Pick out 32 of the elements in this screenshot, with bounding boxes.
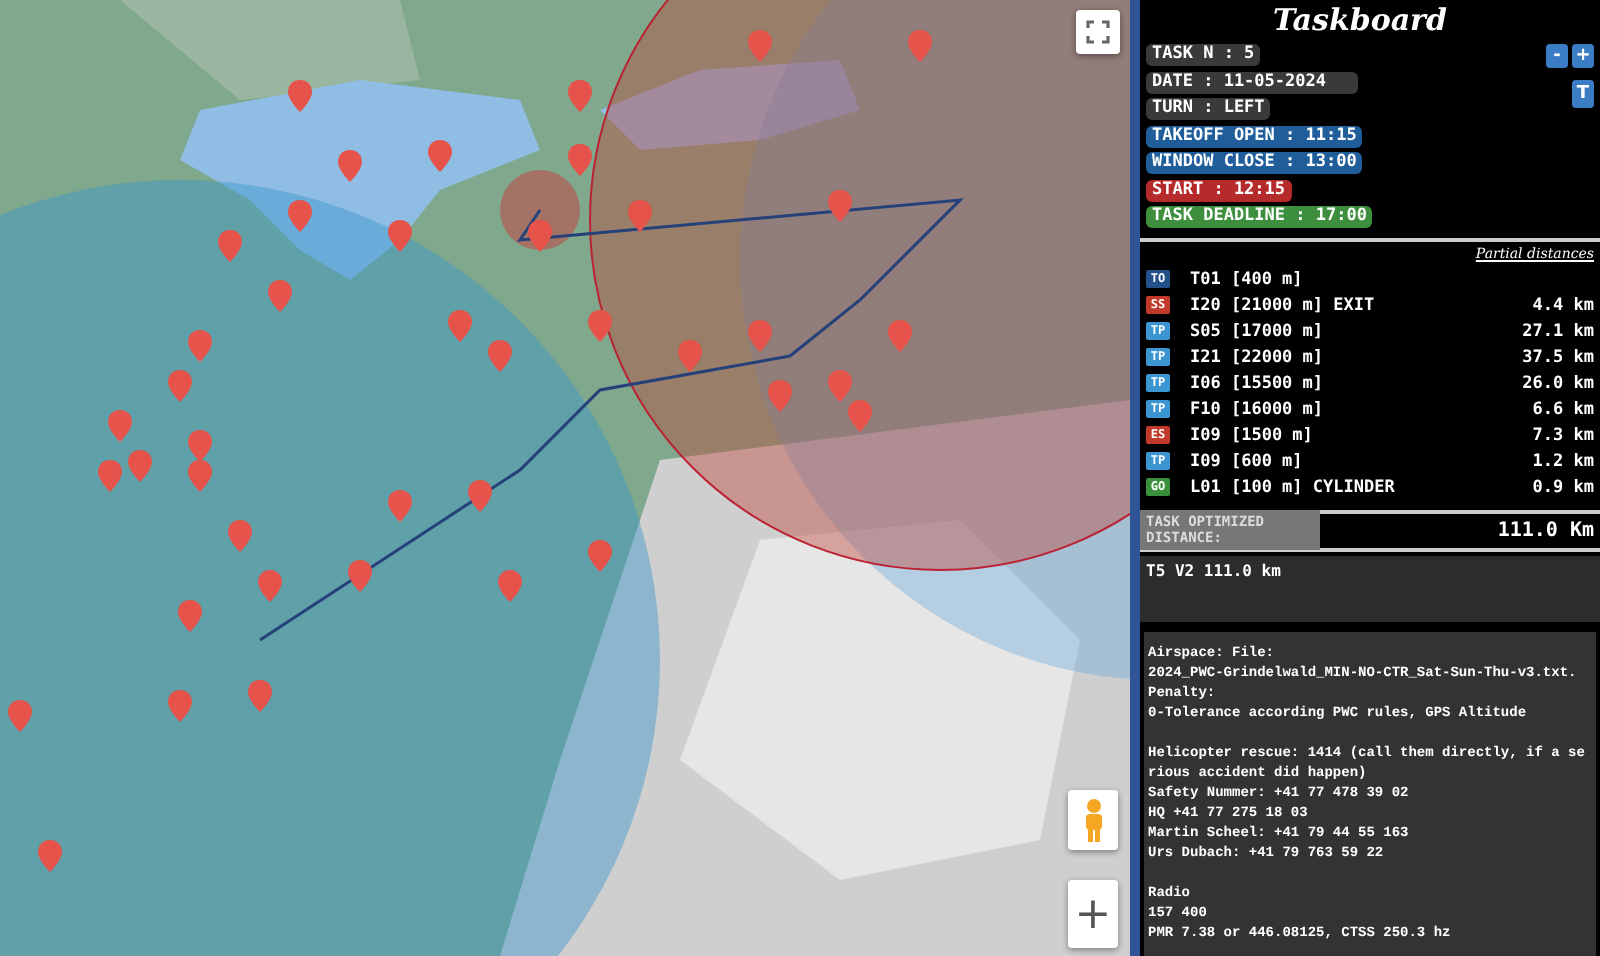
task-number-button[interactable]: +	[1572, 44, 1594, 68]
task-field: TASK DEADLINE : 17:00	[1146, 206, 1373, 228]
partial-distance: 26.0 km	[1522, 373, 1594, 393]
task-field: DATE : 11-05-2024	[1146, 71, 1358, 93]
partial-distance: 0.9 km	[1532, 477, 1594, 497]
task-field: TASK N : 5	[1146, 44, 1261, 66]
task-field: WINDOW CLOSE : 13:00	[1146, 152, 1363, 174]
turnpoint-name: T01 [400 m]	[1190, 269, 1305, 289]
partial-distance: 27.1 km	[1522, 321, 1594, 341]
partial-distance: 1.2 km	[1532, 451, 1594, 471]
turnpoint-name: I21 [22000 m]	[1190, 347, 1326, 367]
turnpoint-name: S05 [17000 m]	[1190, 321, 1326, 341]
task-number-button[interactable]: -	[1546, 44, 1568, 68]
task-field: START : 12:15	[1146, 179, 1292, 201]
task-field: TAKEOFF OPEN : 11:15	[1146, 125, 1363, 147]
zoom-in-button[interactable]: +	[1068, 880, 1118, 948]
task-name-field[interactable]: T5 V2 111.0 km	[1140, 556, 1600, 622]
partial-distance: 37.5 km	[1522, 347, 1594, 367]
partial-distance: 4.4 km	[1532, 295, 1594, 315]
turnpoint-name: I06 [15500 m]	[1190, 373, 1326, 393]
panel-title: Taskboard	[1271, 0, 1449, 42]
partial-distance: 6.6 km	[1532, 399, 1594, 419]
turnpoint-name: I09 [600 m]	[1190, 451, 1305, 471]
task-field: TURN : LEFT	[1146, 98, 1271, 120]
turn-button[interactable]: T	[1572, 80, 1594, 108]
turnpoint-name: L01 [100 m] CYLINDER	[1190, 477, 1397, 497]
total-distance-value: 111.0 Km	[1497, 519, 1594, 541]
fullscreen-icon[interactable]	[1086, 20, 1110, 44]
partial-distance: 7.3 km	[1532, 425, 1594, 445]
turnpoint-name: I09 [1500 m]	[1190, 425, 1315, 445]
turnpoint-name: F10 [16000 m]	[1190, 399, 1326, 419]
turnpoint-name: I20 [21000 m] EXIT	[1190, 295, 1377, 315]
